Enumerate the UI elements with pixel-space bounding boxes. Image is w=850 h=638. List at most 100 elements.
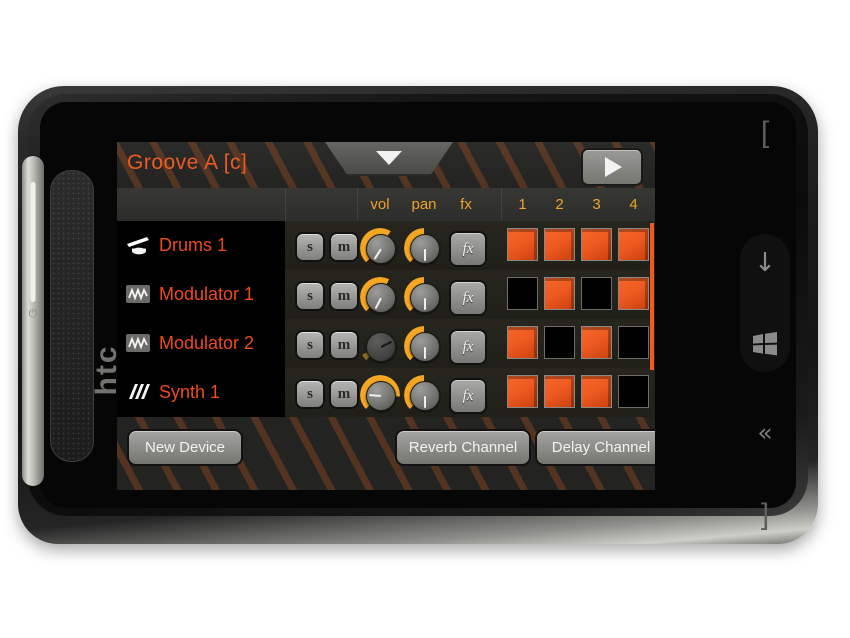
delay-channel-button[interactable]: Delay Channel	[535, 429, 655, 466]
knob-cap	[410, 381, 440, 411]
mute-button[interactable]: m	[329, 232, 359, 262]
knob-pointer	[380, 340, 393, 348]
waveform-icon	[125, 283, 151, 307]
track-row[interactable]: Modulator 1 s m fx	[117, 270, 655, 320]
down-arrow-key[interactable]: ↓	[736, 250, 794, 276]
cymbal-icon	[125, 234, 151, 258]
reverb-channel-button[interactable]: Reverb Channel	[395, 429, 531, 466]
fx-button[interactable]: fx	[449, 280, 487, 316]
pan-knob[interactable]	[404, 375, 444, 415]
column-label-step-3: 3	[592, 196, 601, 213]
step-sequencer-row	[507, 228, 651, 263]
knob-pointer	[424, 396, 426, 408]
column-label-step-2: 2	[555, 196, 564, 213]
solo-button[interactable]: s	[295, 281, 325, 311]
step-cell[interactable]	[618, 326, 649, 359]
step-cell[interactable]	[544, 326, 575, 359]
fx-button[interactable]: fx	[449, 378, 487, 414]
step-cell[interactable]	[618, 375, 649, 408]
solo-button[interactable]: s	[295, 379, 325, 409]
play-icon	[605, 157, 622, 177]
step-cell[interactable]	[581, 326, 612, 359]
knob-cap	[366, 381, 396, 411]
app-footer-bar: New Device Reverb Channel Delay Channel	[117, 417, 655, 490]
step-cell[interactable]	[618, 228, 649, 261]
volume-knob[interactable]	[360, 375, 400, 415]
knob-cap	[366, 234, 396, 264]
solo-button[interactable]: s	[295, 330, 325, 360]
windows-start-key[interactable]	[736, 332, 794, 356]
knob-pointer	[424, 298, 426, 310]
track-name-cell[interactable]: Modulator 1	[117, 270, 285, 319]
step-cell[interactable]	[507, 375, 538, 408]
knob-pointer	[373, 248, 382, 260]
volume-knob[interactable]	[360, 228, 400, 268]
knob-pointer	[424, 347, 426, 359]
track-name-cell[interactable]: Modulator 2	[117, 319, 285, 368]
pan-knob[interactable]	[404, 326, 444, 366]
column-header-row: vol pan fx 1 2 3 4	[117, 188, 655, 222]
volume-knob[interactable]	[360, 277, 400, 317]
volume-knob[interactable]	[360, 326, 400, 366]
fx-button[interactable]: fx	[449, 231, 487, 267]
windows-logo-icon	[753, 332, 777, 356]
mute-button[interactable]: m	[329, 330, 359, 360]
step-cell[interactable]	[581, 375, 612, 408]
track-row[interactable]: Drums 1 s m fx	[117, 221, 655, 271]
column-label-pan: pan	[411, 196, 437, 213]
hardware-key-column: [ ↓ « ]	[736, 110, 794, 530]
column-label-fx: fx	[460, 196, 472, 213]
synth-bars-icon	[125, 381, 151, 405]
power-button-slot	[30, 182, 36, 302]
step-cell[interactable]	[507, 326, 538, 359]
column-label-vol: vol	[370, 196, 390, 213]
back-key[interactable]: «	[736, 420, 794, 445]
track-name-cell[interactable]: Synth 1	[117, 368, 285, 417]
track-row[interactable]: Synth 1 s m fx	[117, 368, 655, 418]
step-sequencer-row	[507, 326, 651, 361]
mute-button[interactable]: m	[329, 379, 359, 409]
knob-pointer	[374, 297, 382, 310]
mute-button[interactable]: m	[329, 281, 359, 311]
track-list: Drums 1 s m fx Modulator 1 s m fx Modulator 2smf…	[117, 221, 655, 418]
app-screen: Groove A [c] vol pan fx 1 2 3 4 Drums 1 s…	[117, 142, 655, 490]
search-bracket-left-key[interactable]: [	[736, 118, 794, 148]
pan-knob[interactable]	[404, 277, 444, 317]
knob-cap	[410, 332, 440, 362]
step-cell[interactable]	[507, 228, 538, 261]
step-cell[interactable]	[544, 277, 575, 310]
knob-pointer	[424, 249, 426, 261]
column-label-step-1: 1	[518, 196, 527, 213]
pan-knob[interactable]	[404, 228, 444, 268]
knob-cap	[366, 332, 396, 362]
playhead-indicator[interactable]	[650, 223, 654, 370]
track-name-label: Modulator 2	[159, 333, 255, 353]
power-button-rail[interactable]: ⏻	[22, 156, 44, 486]
page-title: Groove A [c]	[127, 151, 248, 174]
step-sequencer-row	[507, 375, 651, 410]
step-sequencer-row	[507, 277, 651, 312]
bracket-right-key[interactable]: ]	[736, 500, 794, 530]
knob-cap	[410, 283, 440, 313]
knob-cap	[366, 283, 396, 313]
step-cell[interactable]	[581, 277, 612, 310]
knob-pointer	[368, 394, 382, 397]
step-cell[interactable]	[544, 375, 575, 408]
power-icon: ⏻	[28, 307, 38, 320]
track-name-cell[interactable]: Drums 1	[117, 221, 285, 270]
solo-button[interactable]: s	[295, 232, 325, 262]
track-name-label: Drums 1	[159, 235, 228, 255]
track-name-label: Modulator 1	[159, 284, 255, 304]
new-device-button[interactable]: New Device	[127, 429, 243, 466]
groove-dropdown-tab[interactable]	[325, 142, 453, 176]
play-button[interactable]	[581, 148, 643, 186]
step-cell[interactable]	[544, 228, 575, 261]
column-label-step-4: 4	[629, 196, 638, 213]
step-cell[interactable]	[581, 228, 612, 261]
step-cell[interactable]	[618, 277, 649, 310]
waveform-icon	[125, 332, 151, 356]
track-row[interactable]: Modulator 2 s m fx	[117, 319, 655, 369]
step-cell[interactable]	[507, 277, 538, 310]
speaker-grille	[50, 170, 94, 462]
fx-button[interactable]: fx	[449, 329, 487, 365]
